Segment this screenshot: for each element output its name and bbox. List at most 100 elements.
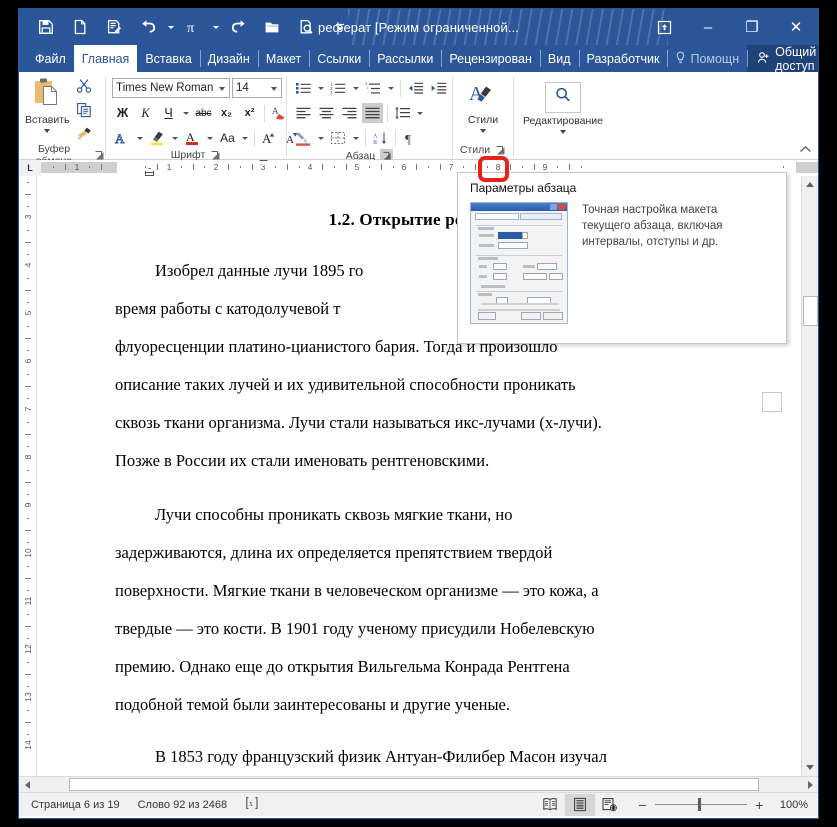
- align-center-icon[interactable]: [316, 103, 337, 123]
- bullet-list-caret-icon[interactable]: [316, 78, 326, 98]
- italic-button[interactable]: К: [135, 103, 156, 123]
- tab-developer[interactable]: Разработчик: [578, 45, 668, 72]
- line-spacing-icon[interactable]: [392, 103, 413, 123]
- text-effects-icon[interactable]: A: [112, 128, 133, 148]
- styles-dialog-launcher-icon[interactable]: [495, 145, 506, 156]
- save-icon[interactable]: [29, 12, 63, 42]
- change-case-button[interactable]: Aa: [217, 128, 238, 148]
- underline-button[interactable]: Ч: [158, 103, 179, 123]
- superscript-button[interactable]: x²: [239, 103, 260, 123]
- scissors-icon[interactable]: [76, 78, 92, 99]
- minimize-button[interactable]: –: [686, 9, 730, 45]
- editing-caret-icon[interactable]: [560, 130, 566, 134]
- vertical-ruler[interactable]: 3 4 5 6 7 8 9 10 11 12 13 14: [19, 176, 37, 776]
- bullet-list-icon[interactable]: [293, 78, 314, 98]
- tell-me-search[interactable]: Помощн: [667, 45, 747, 72]
- change-case-caret-icon[interactable]: [240, 128, 250, 148]
- proofing-language-icon[interactable]: x: [245, 796, 259, 813]
- borders-caret-icon[interactable]: [351, 128, 361, 148]
- tab-file[interactable]: Файл: [27, 45, 74, 72]
- paste-caret-icon[interactable]: [44, 129, 51, 133]
- zoom-slider[interactable]: [654, 798, 747, 811]
- read-mode-icon[interactable]: [535, 794, 565, 816]
- document-paragraph-2-cont[interactable]: задерживаются, длина их определяется пре…: [115, 534, 729, 724]
- bold-button[interactable]: Ж: [112, 103, 133, 123]
- quick-print-icon[interactable]: [97, 12, 131, 42]
- align-justify-icon[interactable]: [362, 103, 383, 123]
- vertical-scrollbar[interactable]: [801, 176, 818, 776]
- zoom-in-button[interactable]: +: [754, 797, 765, 813]
- highlight-icon[interactable]: [147, 128, 168, 148]
- zoom-level[interactable]: 100%: [772, 799, 808, 811]
- highlight-caret-icon[interactable]: [170, 128, 180, 148]
- shading-caret-icon[interactable]: [316, 128, 326, 148]
- multilevel-list-icon[interactable]: 1i-: [363, 78, 384, 98]
- vscroll-track[interactable]: [801, 193, 818, 759]
- maximize-button[interactable]: ❐: [730, 9, 774, 45]
- tab-design[interactable]: Дизайн: [199, 45, 258, 72]
- copy-icon[interactable]: [76, 102, 92, 123]
- scroll-down-button[interactable]: [801, 759, 818, 776]
- decrease-indent-icon[interactable]: [405, 78, 426, 98]
- tab-stop-selector[interactable]: L: [19, 159, 41, 176]
- scroll-right-button[interactable]: [802, 777, 818, 793]
- font-size-box[interactable]: 14: [232, 78, 282, 98]
- editing-button[interactable]: Редактирование: [520, 80, 606, 134]
- print-preview-icon[interactable]: [289, 12, 323, 42]
- multilevel-list-caret-icon[interactable]: [386, 78, 396, 98]
- collapse-ribbon-icon[interactable]: [799, 145, 812, 157]
- styles-caret-icon[interactable]: [480, 129, 486, 133]
- paste-button[interactable]: Вставить: [25, 76, 70, 133]
- undo-dropdown-caret-icon[interactable]: [165, 12, 176, 42]
- numbered-list-icon[interactable]: 123: [328, 78, 349, 98]
- font-size-caret-icon[interactable]: [271, 87, 277, 91]
- sort-icon[interactable]: AЯ: [370, 128, 391, 148]
- show-formatting-marks-icon[interactable]: ¶: [400, 128, 421, 148]
- print-layout-icon[interactable]: [564, 793, 595, 816]
- borders-icon[interactable]: [328, 128, 349, 148]
- tab-references[interactable]: Ссылки: [309, 45, 369, 72]
- equation-icon[interactable]: π: [176, 12, 210, 42]
- ribbon-display-options-icon[interactable]: [642, 9, 686, 45]
- share-button[interactable]: Общий доступ: [747, 45, 818, 73]
- tab-review[interactable]: Рецензирован: [441, 45, 540, 72]
- left-indent-marker[interactable]: [145, 171, 154, 176]
- text-effects-caret-icon[interactable]: [135, 128, 145, 148]
- word-count[interactable]: Слово 92 из 2468: [138, 799, 228, 811]
- increase-indent-icon[interactable]: [428, 78, 449, 98]
- align-right-icon[interactable]: [339, 103, 360, 123]
- page-indicator[interactable]: Страница 6 из 19: [31, 799, 120, 811]
- tab-insert[interactable]: Вставка: [137, 45, 199, 72]
- page-navigation-square[interactable]: [762, 392, 782, 412]
- web-layout-icon[interactable]: [595, 794, 625, 816]
- close-button[interactable]: ✕: [774, 9, 818, 45]
- open-icon[interactable]: [255, 12, 289, 42]
- font-name-caret-icon[interactable]: [219, 87, 225, 91]
- align-left-icon[interactable]: [293, 103, 314, 123]
- undo-icon[interactable]: [131, 12, 165, 42]
- font-name-box[interactable]: Times New Roman: [112, 78, 230, 98]
- font-color-icon[interactable]: A: [182, 128, 203, 148]
- zoom-slider-handle[interactable]: [697, 798, 701, 811]
- equation-dropdown-caret-icon[interactable]: [210, 12, 221, 42]
- numbered-list-caret-icon[interactable]: [351, 78, 361, 98]
- customize-qat-icon[interactable]: [323, 12, 357, 42]
- document-paragraph-2[interactable]: Лучи способны проникать сквозь мягкие тк…: [115, 496, 729, 534]
- zoom-control[interactable]: − + 100%: [625, 797, 808, 813]
- line-spacing-caret-icon[interactable]: [415, 103, 425, 123]
- vscroll-thumb[interactable]: [802, 296, 818, 326]
- grow-font-icon[interactable]: A: [259, 128, 280, 148]
- font-color-caret-icon[interactable]: [205, 128, 215, 148]
- shading-icon[interactable]: [293, 128, 314, 148]
- hscroll-thumb[interactable]: [69, 778, 759, 791]
- new-document-icon[interactable]: [63, 12, 97, 42]
- tab-layout[interactable]: Макет: [257, 45, 309, 72]
- scroll-left-button[interactable]: [19, 777, 35, 793]
- scroll-up-button[interactable]: [801, 176, 818, 193]
- tab-view[interactable]: Вид: [539, 45, 579, 72]
- styles-button[interactable]: A Стили: [459, 80, 507, 133]
- zoom-out-button[interactable]: −: [637, 797, 648, 813]
- underline-caret-icon[interactable]: [181, 103, 191, 123]
- tab-home[interactable]: Главная: [73, 45, 138, 72]
- redo-icon[interactable]: [221, 12, 255, 42]
